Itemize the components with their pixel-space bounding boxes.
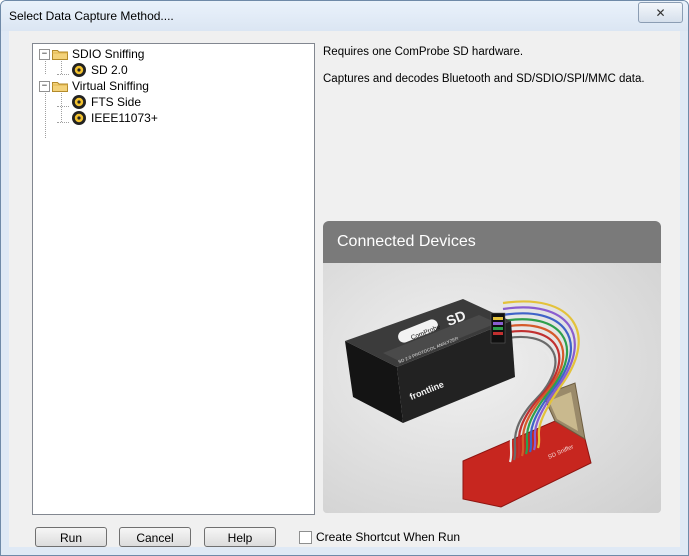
comprobe-sd-device-illustration: SD Sniffer ComProbe SD SD 2.0 PROTOCOL A… [345, 299, 592, 508]
tree-connector [45, 90, 46, 138]
capability-text: Captures and decodes Bluetooth and SD/SD… [323, 73, 645, 85]
help-button[interactable]: Help [204, 527, 276, 547]
window-title: Select Data Capture Method.... [9, 9, 174, 23]
comprobe-icon [71, 94, 87, 110]
tree-label: FTS Side [91, 95, 142, 109]
collapse-toggle[interactable]: − [39, 48, 50, 60]
tree-connector [57, 74, 69, 75]
close-button[interactable]: ✕ [638, 2, 683, 23]
tree-label: SDIO Sniffing [72, 47, 145, 61]
panel-header: Connected Devices [323, 221, 661, 263]
requirement-text: Requires one ComProbe SD hardware. [323, 46, 524, 58]
title-bar[interactable]: Select Data Capture Method.... ✕ [1, 1, 688, 31]
comprobe-icon [71, 62, 87, 78]
tree-group-virtual-sniffing[interactable]: − Virtual Sniffing [39, 78, 149, 94]
tree-label: Virtual Sniffing [72, 79, 149, 93]
device-image: SD Sniffer ComProbe SD SD 2.0 PROTOCOL A… [323, 263, 661, 513]
close-icon: ✕ [655, 5, 666, 20]
collapse-toggle[interactable]: − [39, 80, 50, 92]
create-shortcut-checkbox[interactable] [299, 530, 312, 544]
tree-label: SD 2.0 [91, 63, 128, 77]
folder-icon [52, 80, 68, 92]
cancel-button[interactable]: Cancel [119, 527, 191, 547]
tree-item-fts-side[interactable]: FTS Side [71, 94, 141, 110]
tree-item-ieee11073[interactable]: IEEE11073+ [71, 110, 158, 126]
connected-devices-panel: Connected Devices SD Sniffer ComProbe SD… [323, 221, 661, 513]
tree-connector [61, 90, 62, 122]
tree-item-sd-2-0[interactable]: SD 2.0 [71, 62, 128, 78]
create-shortcut-option[interactable]: Create Shortcut When Run [299, 528, 460, 546]
dialog-client-area: − SDIO Sniffing SD 2.0 − Virtual Sniffin… [9, 31, 680, 547]
dialog-window: Select Data Capture Method.... ✕ − SDIO … [0, 0, 689, 556]
create-shortcut-label[interactable]: Create Shortcut When Run [316, 530, 460, 544]
comprobe-sd-device: ComProbe SD SD 2.0 PROTOCOL ANALYZER fro… [345, 299, 515, 423]
tree-label: IEEE11073+ [91, 111, 158, 125]
folder-icon [52, 48, 68, 60]
tree-connector [57, 122, 69, 123]
comprobe-icon [71, 110, 87, 126]
tree-group-sdio-sniffing[interactable]: − SDIO Sniffing [39, 46, 144, 62]
tree-connector [57, 106, 69, 107]
run-button[interactable]: Run [35, 527, 107, 547]
capture-method-tree[interactable]: − SDIO Sniffing SD 2.0 − Virtual Sniffin… [32, 43, 315, 515]
